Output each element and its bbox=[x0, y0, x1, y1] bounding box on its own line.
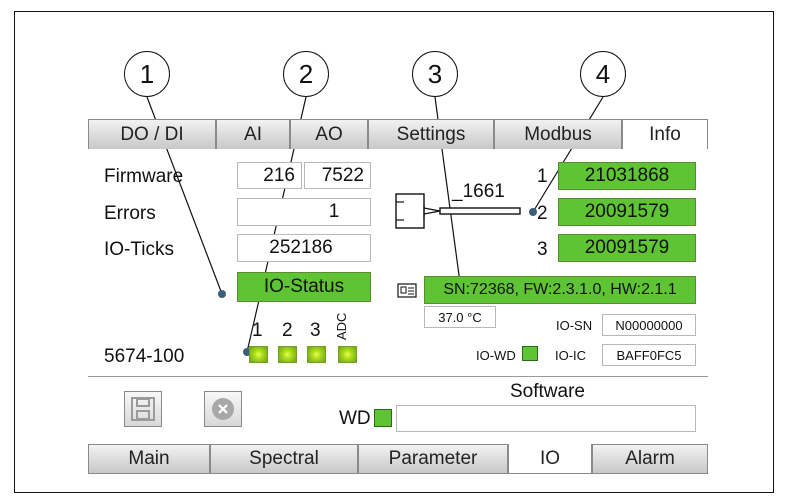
callout-2: 2 bbox=[283, 51, 329, 97]
channel-1-sn: 21031868 bbox=[558, 162, 696, 190]
tab-settings[interactable]: Settings bbox=[368, 119, 494, 149]
tab-ai[interactable]: AI bbox=[216, 119, 290, 149]
io-ticks-field: 252186 bbox=[237, 234, 371, 262]
cancel-button[interactable] bbox=[204, 391, 242, 427]
callout-4: 4 bbox=[580, 51, 626, 97]
io-status-indicator: IO-Status bbox=[237, 272, 371, 302]
device-id: 5674-100 bbox=[104, 346, 185, 367]
io-ic-label: IO-IC bbox=[555, 348, 587, 363]
io-ic-field: BAFF0FC5 bbox=[602, 344, 696, 366]
tab-main[interactable]: Main bbox=[88, 444, 210, 474]
tab-parameter[interactable]: Parameter bbox=[358, 444, 508, 474]
firmware-label: Firmware bbox=[104, 166, 184, 187]
tab-io[interactable]: IO bbox=[508, 444, 592, 474]
wd-label: WD bbox=[339, 408, 371, 429]
led-1 bbox=[249, 346, 268, 363]
tab-ao[interactable]: AO bbox=[290, 119, 368, 149]
errors-field: 1 bbox=[237, 198, 371, 226]
tab-modbus[interactable]: Modbus bbox=[494, 119, 622, 149]
firmware-minor-field: 7522 bbox=[304, 162, 371, 189]
temperature-field: 37.0 °C bbox=[424, 306, 496, 328]
io-ticks-label: IO-Ticks bbox=[104, 239, 175, 260]
channel-1-num: 1 bbox=[537, 166, 548, 187]
channel-2-sn: 20091579 bbox=[558, 198, 696, 226]
tab-do-di[interactable]: DO / DI bbox=[88, 119, 216, 149]
tab-alarm[interactable]: Alarm bbox=[592, 444, 708, 474]
errors-label: Errors bbox=[104, 203, 156, 224]
divider bbox=[88, 376, 708, 377]
led-label-1: 1 bbox=[252, 320, 263, 341]
wd-field bbox=[396, 405, 696, 432]
save-button[interactable] bbox=[124, 391, 162, 427]
channel-2-num: 2 bbox=[537, 203, 548, 224]
io-wd-indicator-icon bbox=[522, 346, 538, 361]
tab-spectral[interactable]: Spectral bbox=[210, 444, 358, 474]
channel-3-sn: 20091579 bbox=[558, 234, 696, 262]
led-2 bbox=[278, 346, 297, 363]
io-wd-label: IO-WD bbox=[476, 348, 516, 363]
wd-indicator-icon bbox=[374, 409, 392, 427]
led-label-adc: ADC bbox=[334, 312, 349, 340]
channel-3-num: 3 bbox=[537, 239, 548, 260]
io-sn-label: IO-SN bbox=[556, 318, 593, 333]
module-icon bbox=[397, 283, 417, 298]
led-3 bbox=[307, 346, 326, 363]
io-sn-field: N00000000 bbox=[602, 314, 696, 336]
close-icon bbox=[212, 398, 234, 420]
module-info: SN:72368, FW:2.3.1.0, HW:2.1.1 bbox=[424, 276, 696, 304]
software-title: Software bbox=[510, 381, 585, 402]
tab-info[interactable]: Info bbox=[622, 119, 708, 149]
firmware-major-field: 216 bbox=[237, 162, 302, 189]
cable-label: _1661 bbox=[452, 181, 505, 202]
save-icon bbox=[131, 397, 155, 421]
callout-3: 3 bbox=[412, 51, 458, 97]
callout-1: 1 bbox=[124, 51, 170, 97]
led-label-2: 2 bbox=[282, 320, 293, 341]
led-label-3: 3 bbox=[310, 320, 321, 341]
led-adc bbox=[338, 346, 357, 363]
